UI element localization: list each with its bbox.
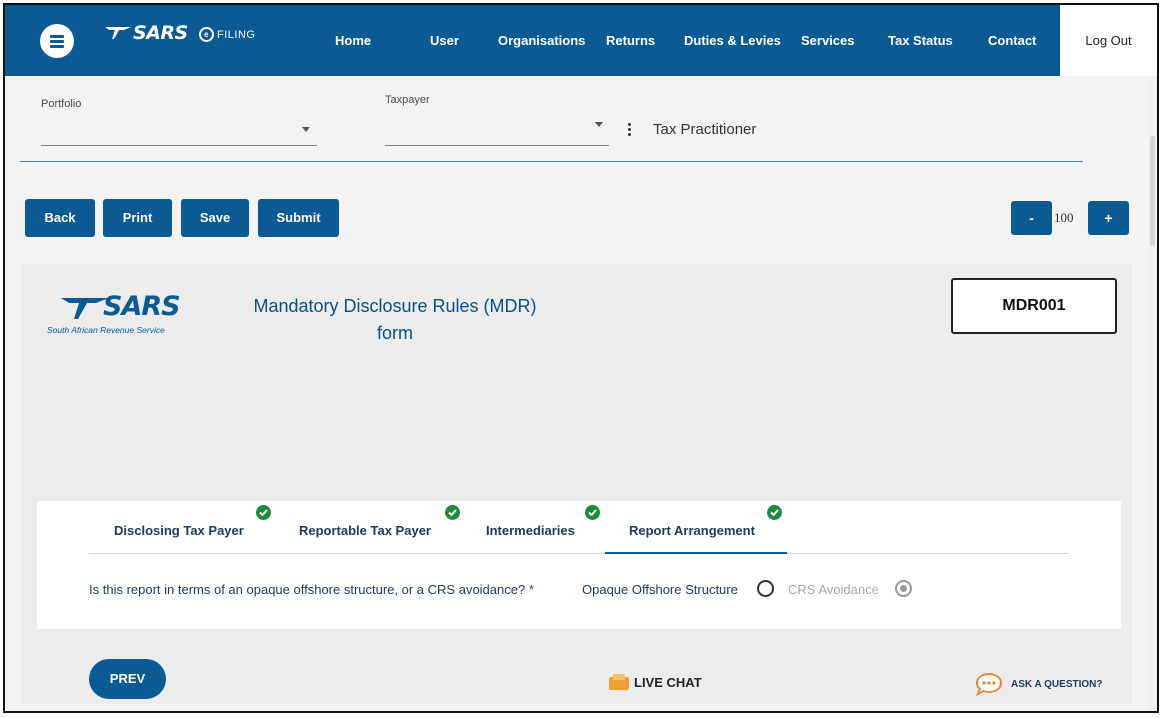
taxpayer-underline — [385, 145, 609, 146]
ask-question-label: ASK A QUESTION? — [1011, 678, 1103, 690]
portfolio-label: Portfolio — [41, 98, 82, 110]
tabs-divider — [89, 553, 1069, 554]
sars-swoosh-icon — [61, 298, 109, 319]
nav-returns[interactable]: Returns — [606, 33, 655, 48]
efiling-text: FILING — [217, 28, 256, 41]
tab-report-arrangement[interactable]: Report Arrangement — [629, 523, 755, 538]
speech-bubble-icon — [975, 672, 1003, 696]
taxpayer-label: Taxpayer — [385, 94, 430, 106]
back-button[interactable]: Back — [25, 199, 95, 237]
form-logo-text: SARS — [103, 291, 181, 322]
menu-icon[interactable] — [40, 24, 74, 58]
radio-opaque-offshore[interactable] — [757, 580, 774, 597]
form-logo-subtitle: South African Revenue Service — [47, 325, 165, 335]
zoom-out-button[interactable]: - — [1011, 201, 1052, 235]
option-opaque-label: Opaque Offshore Structure — [582, 582, 738, 597]
submit-button[interactable]: Submit — [258, 199, 339, 237]
chevron-down-icon[interactable] — [595, 122, 603, 127]
sars-swoosh-icon — [105, 27, 131, 39]
header-divider — [20, 161, 1083, 162]
nav-contact[interactable]: Contact — [988, 33, 1036, 48]
nav-user[interactable]: User — [430, 33, 459, 48]
tab-disclosing-tax-payer[interactable]: Disclosing Tax Payer — [114, 523, 244, 538]
tabs-panel — [37, 501, 1121, 629]
more-options-icon[interactable] — [628, 123, 631, 138]
chat-icon — [609, 674, 629, 690]
app-frame: SARS e FILING Home User Organisations Re… — [3, 3, 1159, 713]
save-button[interactable]: Save — [181, 199, 249, 237]
live-chat-button[interactable]: LIVE CHAT — [609, 674, 702, 690]
tab-intermediaries[interactable]: Intermediaries — [486, 523, 575, 538]
taxpayer-select[interactable] — [385, 109, 609, 145]
form-title-line1: Mandatory Disclosure Rules (MDR) — [253, 296, 537, 316]
radio-crs-avoidance[interactable] — [895, 580, 912, 597]
efiling-logo: e FILING — [199, 27, 255, 42]
zoom-level: 100 — [1054, 210, 1074, 225]
chevron-down-icon[interactable] — [302, 127, 310, 132]
zoom-in-button[interactable]: + — [1088, 201, 1129, 235]
tab-reportable-tax-payer[interactable]: Reportable Tax Payer — [299, 523, 431, 538]
nav-services[interactable]: Services — [801, 33, 855, 48]
nav-tax-status[interactable]: Tax Status — [888, 33, 953, 48]
check-icon — [767, 505, 782, 520]
ask-question-button[interactable]: ASK A QUESTION? — [975, 672, 1102, 696]
check-icon — [256, 505, 271, 520]
brand-text: SARS — [133, 22, 188, 44]
form-code-box: MDR001 — [951, 278, 1117, 334]
option-crs-label: CRS Avoidance — [788, 582, 879, 597]
question-text: Is this report in terms of an opaque off… — [89, 582, 534, 597]
active-tab-indicator — [605, 552, 787, 554]
nav-duties-levies[interactable]: Duties & Levies — [684, 33, 781, 48]
sars-logo[interactable]: SARS — [105, 22, 188, 44]
scrollbar[interactable] — [1148, 76, 1157, 711]
prev-button[interactable]: PREV — [89, 659, 166, 699]
nav-home[interactable]: Home — [335, 33, 371, 48]
portfolio-select[interactable] — [41, 113, 317, 145]
logout-button[interactable]: Log Out — [1060, 5, 1157, 76]
role-label: Tax Practitioner — [653, 121, 757, 138]
efiling-icon: e — [199, 27, 214, 42]
check-icon — [585, 505, 600, 520]
check-icon — [445, 505, 460, 520]
live-chat-label: LIVE CHAT — [634, 674, 702, 690]
sars-form-logo: SARS South African Revenue Service — [45, 291, 205, 341]
form-title: Mandatory Disclosure Rules (MDR) form — [235, 293, 555, 347]
nav-organisations[interactable]: Organisations — [498, 33, 585, 48]
form-title-line2: form — [377, 323, 413, 343]
portfolio-underline — [41, 145, 317, 146]
top-nav: SARS e FILING Home User Organisations Re… — [5, 5, 1157, 76]
print-button[interactable]: Print — [103, 199, 172, 237]
